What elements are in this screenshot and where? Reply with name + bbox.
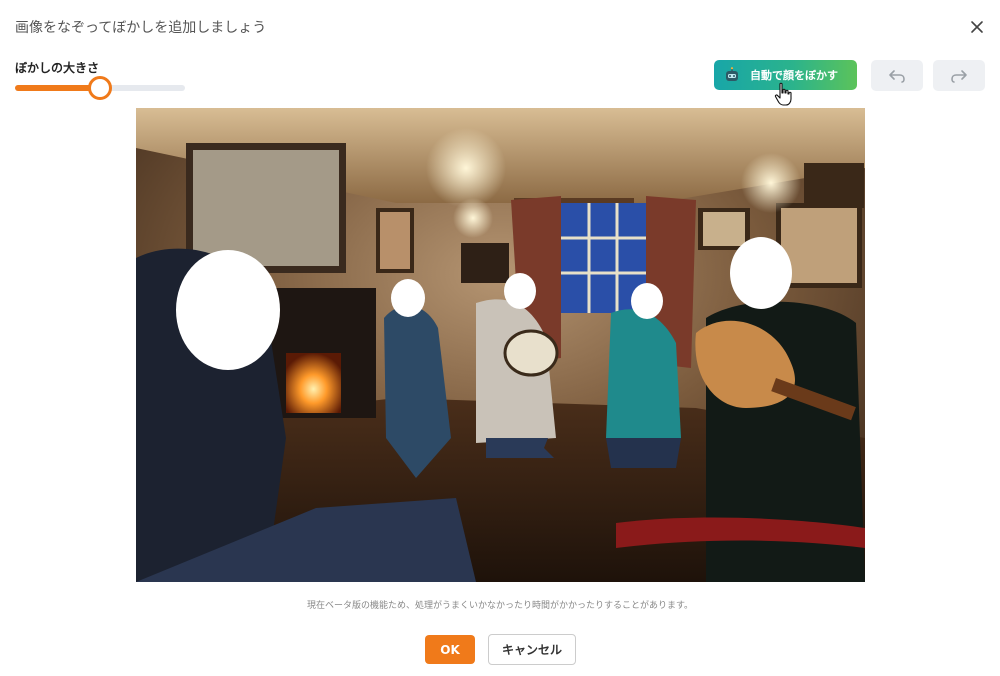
dialog-title: 画像をなぞってぼかしを追加しましょう [15,20,267,36]
beta-notice: 現在ベータ版の機能ため、処理がうまくいかなかったり時間がかかったりすることがあり… [306,601,694,611]
robot-icon [726,67,738,81]
redo-button[interactable] [933,60,985,91]
blur-size-label: ぼかしの大きさ [15,61,100,75]
redo-icon [951,69,967,83]
undo-button[interactable] [871,60,923,91]
blur-size-slider[interactable] [15,75,185,101]
close-button[interactable] [966,16,988,38]
cancel-button[interactable]: キャンセル [488,634,576,665]
ok-button[interactable]: OK [425,635,475,664]
photo-canvas[interactable] [136,108,865,582]
auto-blur-label: 自動で顔をぼかす [750,69,838,82]
close-icon [971,21,983,33]
hand-cursor-icon [774,82,792,106]
undo-icon [889,69,905,83]
slider-thumb[interactable] [88,76,112,100]
